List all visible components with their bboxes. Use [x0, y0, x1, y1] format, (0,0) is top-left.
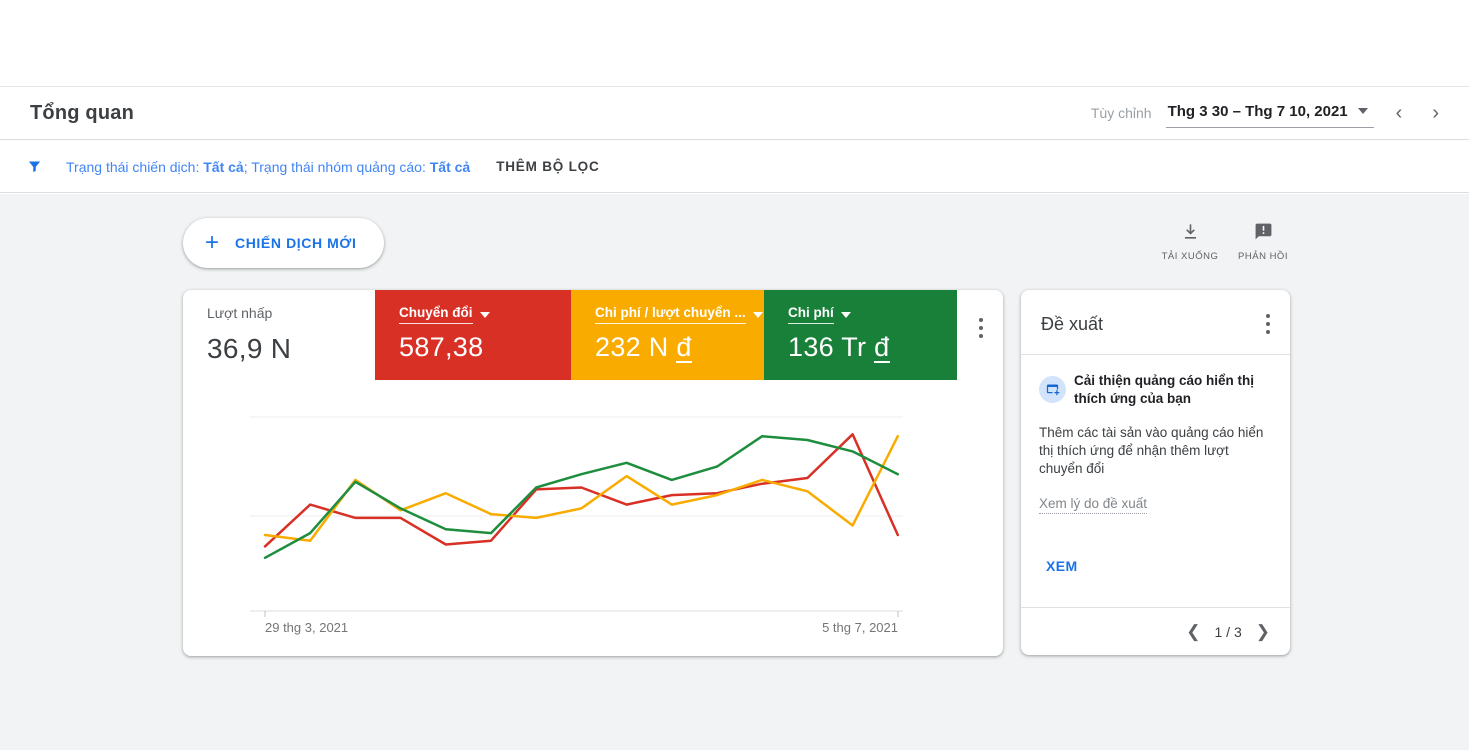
new-campaign-button[interactable]: + CHIẾN DỊCH MỚI — [183, 218, 385, 268]
download-button[interactable]: TẢI XUỐNG — [1155, 222, 1225, 262]
metric-scorecards: Lượt nhấp 36,9 N Chuyển đổi 587,38 Chi p… — [183, 290, 1003, 380]
dong-currency-symbol: đ — [676, 332, 692, 363]
scorecard-value: 587,38 — [399, 332, 484, 362]
suggestions-menu-button[interactable] — [1260, 308, 1276, 340]
overview-chart-card: Lượt nhấp 36,9 N Chuyển đổi 587,38 Chi p… — [183, 290, 1003, 656]
caret-down-icon — [840, 311, 851, 318]
suggestions-card: Đề xuất Cải thiện quảng cáo hiển thị thí… — [1021, 290, 1290, 655]
caret-down-icon — [752, 311, 763, 318]
x-axis-start-label: 29 thg 3, 2021 — [265, 620, 349, 635]
feedback-icon — [1254, 222, 1273, 246]
scorecard-label: Chuyển đổi — [399, 305, 473, 324]
recommendation-title: Cải thiện quảng cáo hiển thị thích ứng c… — [1074, 373, 1255, 407]
page-title: Tổng quan — [30, 101, 134, 124]
pagination-next-icon[interactable]: ❯ — [1252, 620, 1274, 644]
date-range-selector[interactable]: Thg 3 30 – Thg 7 10, 2021 — [1165, 99, 1374, 128]
date-prev-button[interactable]: ‹ — [1388, 103, 1411, 123]
filter-icon — [27, 159, 42, 174]
scorecard-label: Chi phí — [788, 305, 834, 324]
add-filter-button[interactable]: THÊM BỘ LỌC — [496, 159, 599, 174]
scorecard-cost[interactable]: Chi phí 136 Tr đ — [764, 290, 957, 380]
filter-campaign-status[interactable]: Trạng thái chiến dịch: Tất cả — [66, 159, 244, 175]
google-ads-overview-page: Tổng quan Tùy chỉnh Thg 3 30 – Thg 7 10,… — [0, 0, 1469, 750]
pagination-indicator: 1 / 3 — [1214, 623, 1242, 640]
plus-icon: + — [205, 229, 220, 256]
date-range-value: Thg 3 30 – Thg 7 10, 2021 — [1167, 102, 1348, 120]
scorecard-label: Lượt nhấp — [207, 305, 273, 321]
download-label: TẢI XUỐNG — [1161, 251, 1219, 262]
suggestions-footer: ❮ 1 / 3 ❯ — [1021, 607, 1290, 655]
date-range-area: Tùy chỉnh Thg 3 30 – Thg 7 10, 2021 ‹ › — [1091, 99, 1447, 128]
feedback-label: PHẢN HỒI — [1238, 251, 1288, 262]
feedback-button[interactable]: PHẢN HỒI — [1228, 222, 1298, 262]
date-custom-label: Tùy chỉnh — [1090, 105, 1152, 121]
recommendation-icon — [1039, 376, 1066, 403]
suggestions-header: Đề xuất — [1021, 290, 1290, 355]
dong-currency-symbol: đ — [874, 332, 890, 363]
chart-line-chi-phi — [263, 434, 900, 560]
filter-adgroup-status[interactable]: Trạng thái nhóm quảng cáo: Tất cả — [251, 159, 470, 175]
x-axis-end-label: 5 thg 7, 2021 — [822, 620, 898, 635]
caret-down-icon — [479, 311, 490, 318]
recommendation-body: Thêm các tài sản vào quảng cáo hiển thị … — [1039, 425, 1264, 477]
recommendation-reason-link[interactable]: Xem lý do đề xuất — [1039, 496, 1148, 514]
overview-chart — [250, 416, 903, 617]
new-campaign-label: CHIẾN DỊCH MỚI — [235, 235, 357, 251]
filter-summary: Trạng thái chiến dịch: Tất cả; Trạng thá… — [66, 159, 470, 175]
pagination-prev-icon[interactable]: ❮ — [1182, 620, 1204, 644]
filter-bar: Trạng thái chiến dịch: Tất cả; Trạng thá… — [0, 141, 1469, 193]
scorecard-value: 136 Tr đ — [788, 332, 890, 363]
caret-down-icon — [1357, 108, 1368, 114]
scorecard-conversions[interactable]: Chuyển đổi 587,38 — [375, 290, 571, 380]
view-button[interactable]: XEM — [1046, 558, 1078, 574]
chart-card-menu-button[interactable] — [973, 312, 989, 344]
content-area: + CHIẾN DỊCH MỚI TẢI XUỐNG PHẢN HỒI Lượt… — [0, 194, 1469, 750]
scorecard-value: 232 N đ — [595, 332, 692, 363]
scorecard-value: 36,9 N — [207, 333, 292, 364]
scorecard-label: Chi phí / lượt chuyển ... — [595, 305, 746, 324]
suggestions-title: Đề xuất — [1041, 313, 1104, 334]
date-next-button[interactable]: › — [1424, 103, 1447, 123]
scorecard-clicks[interactable]: Lượt nhấp 36,9 N — [183, 290, 375, 380]
filter-separator: ; — [243, 158, 248, 175]
download-icon — [1181, 222, 1200, 246]
scorecard-cost-per-conversion[interactable]: Chi phí / lượt chuyển ... 232 N đ — [571, 290, 764, 380]
page-header: Tổng quan Tùy chỉnh Thg 3 30 – Thg 7 10,… — [0, 86, 1469, 140]
